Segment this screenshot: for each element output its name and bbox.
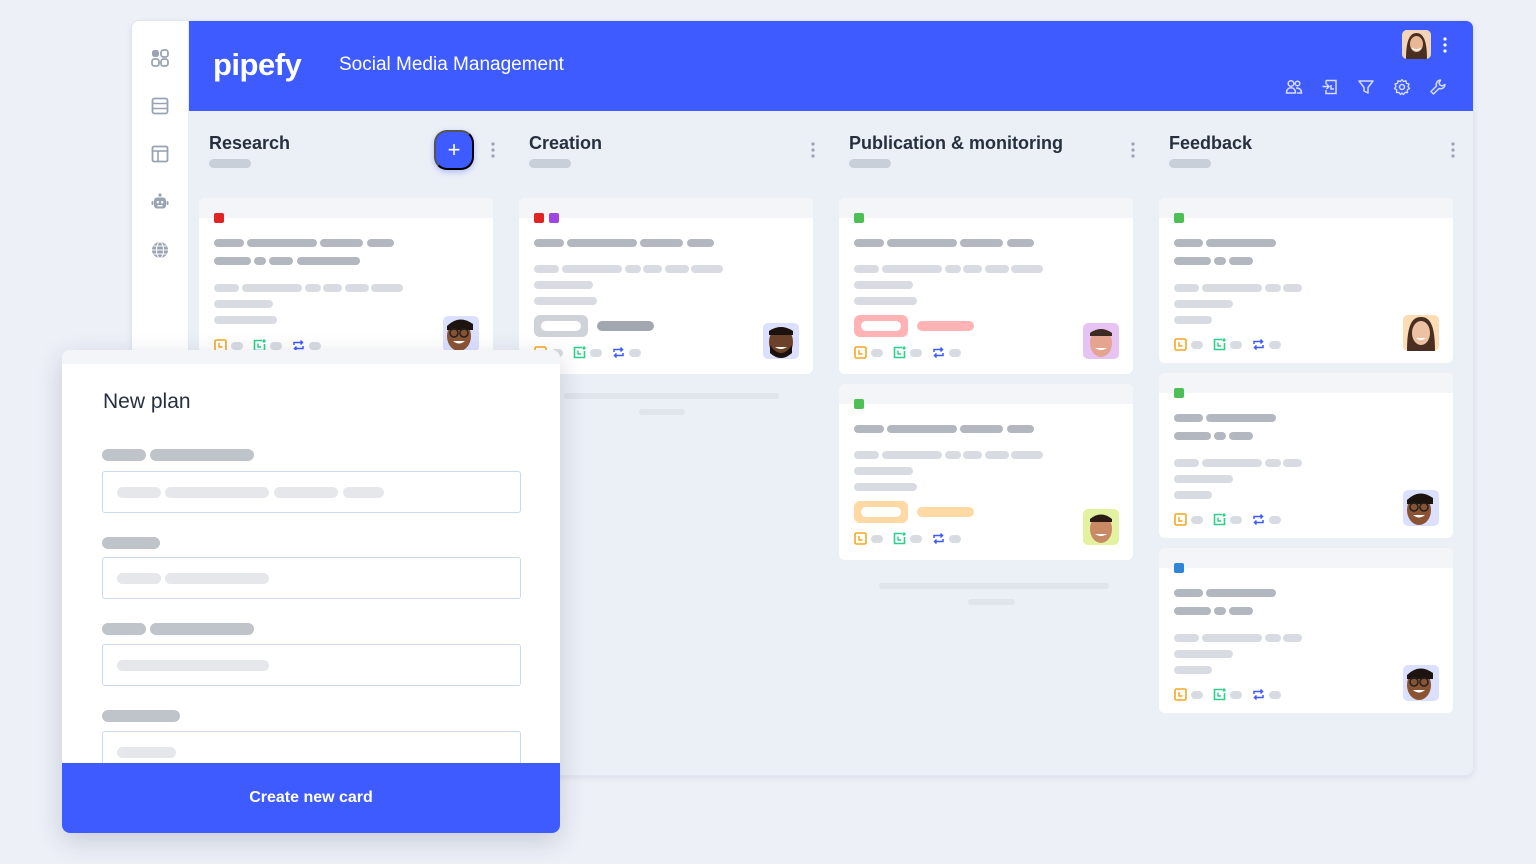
scroll-placeholder <box>564 393 779 399</box>
phase-title: Creation <box>529 133 603 153</box>
due-date-icon <box>1174 688 1187 701</box>
card[interactable] <box>1159 373 1453 538</box>
create-new-card-button[interactable]: Create new card <box>62 763 560 833</box>
modal-title: New plan <box>103 390 191 413</box>
board-header: pipefy Social Media Management <box>189 21 1473 111</box>
phase-card-count <box>849 159 891 168</box>
phase-title: Publication & monitoring <box>849 133 1063 153</box>
label-tag <box>549 213 559 223</box>
card[interactable] <box>1159 548 1453 713</box>
recurrence-icon <box>1252 688 1265 701</box>
due-date-icon <box>1174 338 1187 351</box>
card[interactable] <box>199 198 493 358</box>
label-tag <box>1174 388 1184 398</box>
form-field-1[interactable] <box>102 471 521 513</box>
phase-menu-icon[interactable] <box>811 142 815 158</box>
form-field-2[interactable] <box>102 557 521 599</box>
field-label <box>102 537 160 549</box>
assignee-avatar[interactable] <box>1083 323 1119 359</box>
phase-card-count <box>1169 159 1211 168</box>
recurrence-icon <box>932 532 945 545</box>
assignee-avatar[interactable] <box>1403 665 1439 701</box>
field-label <box>150 623 254 635</box>
label-tag <box>854 399 864 409</box>
card[interactable] <box>519 198 813 374</box>
more-options-icon[interactable] <box>1443 37 1447 53</box>
phase-title: Feedback <box>1169 133 1253 153</box>
scroll-placeholder <box>879 583 1109 589</box>
checklist-icon <box>573 346 586 359</box>
form-field-3[interactable] <box>102 644 521 686</box>
recurrence-icon <box>1252 338 1265 351</box>
phase-title: Research <box>209 133 291 153</box>
user-avatar[interactable] <box>1402 30 1431 59</box>
label-chip <box>854 315 908 337</box>
recurrence-icon <box>932 346 945 359</box>
checklist-icon <box>1213 688 1226 701</box>
layout-icon[interactable] <box>149 143 171 165</box>
board-title: Social Media Management <box>339 54 564 75</box>
phase-menu-icon[interactable] <box>1451 142 1455 158</box>
globe-icon[interactable] <box>149 239 171 261</box>
recurrence-icon <box>612 346 625 359</box>
label-chip <box>854 501 908 523</box>
label-tag <box>854 213 864 223</box>
scroll-placeholder <box>639 409 685 415</box>
due-date-icon <box>1174 513 1187 526</box>
field-label <box>102 710 180 722</box>
assignee-avatar[interactable] <box>443 316 479 352</box>
wrench-icon[interactable] <box>1429 78 1447 96</box>
checklist-icon <box>1213 513 1226 526</box>
database-icon[interactable] <box>149 95 171 117</box>
field-label <box>102 623 146 635</box>
field-label <box>150 449 254 461</box>
assignee-avatar[interactable] <box>1083 509 1119 545</box>
assignee-avatar[interactable] <box>1403 315 1439 351</box>
new-card-modal: New plan Create new card <box>62 350 560 833</box>
automation-bot-icon[interactable] <box>149 191 171 213</box>
filter-icon[interactable] <box>1357 78 1375 96</box>
label-tag <box>534 213 544 223</box>
checklist-icon <box>893 346 906 359</box>
add-card-button[interactable]: + <box>434 130 474 170</box>
label-tag <box>1174 563 1184 573</box>
due-date-icon <box>854 346 867 359</box>
assignee-avatar[interactable] <box>1403 490 1439 526</box>
field-label <box>102 449 146 461</box>
pipefy-logo[interactable]: pipefy <box>213 47 302 83</box>
phase-menu-icon[interactable] <box>491 142 495 158</box>
members-icon[interactable] <box>1285 78 1303 96</box>
due-date-icon <box>854 532 867 545</box>
import-icon[interactable] <box>1321 78 1339 96</box>
phase-menu-icon[interactable] <box>1131 142 1135 158</box>
phase-card-count <box>529 159 571 168</box>
label-chip <box>534 315 588 337</box>
card[interactable] <box>839 384 1133 560</box>
assignee-avatar[interactable] <box>763 323 799 359</box>
phase-card-count <box>209 159 251 168</box>
label-tag <box>214 213 224 223</box>
card[interactable] <box>1159 198 1453 363</box>
checklist-icon <box>1213 338 1226 351</box>
label-tag <box>1174 213 1184 223</box>
recurrence-icon <box>1252 513 1265 526</box>
settings-icon[interactable] <box>1393 78 1411 96</box>
apps-grid-icon[interactable] <box>149 47 171 69</box>
checklist-icon <box>893 532 906 545</box>
card[interactable] <box>839 198 1133 374</box>
scroll-placeholder <box>968 599 1015 605</box>
